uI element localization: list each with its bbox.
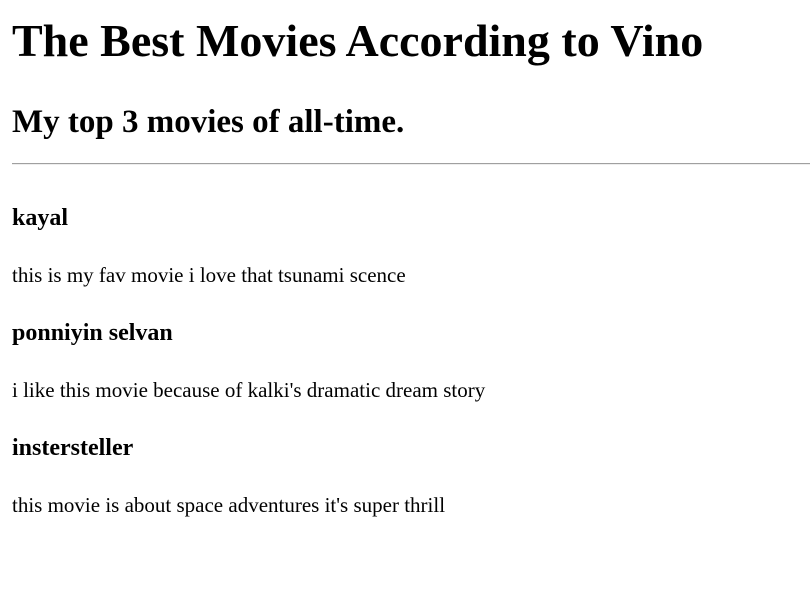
movie-title: kayal — [12, 205, 69, 231]
page-title: The Best Movies According to Vino — [12, 15, 704, 66]
movie-description: i like this movie because of kalki's dra… — [12, 378, 486, 402]
movie-description: this is my fav movie i love that tsunami… — [12, 263, 406, 287]
movie-title: instersteller — [12, 435, 134, 461]
movie-description: this movie is about space adventures it'… — [12, 493, 446, 517]
movie-title: ponniyin selvan — [12, 320, 173, 346]
divider — [12, 163, 810, 165]
page-subtitle: My top 3 movies of all-time. — [12, 104, 405, 140]
